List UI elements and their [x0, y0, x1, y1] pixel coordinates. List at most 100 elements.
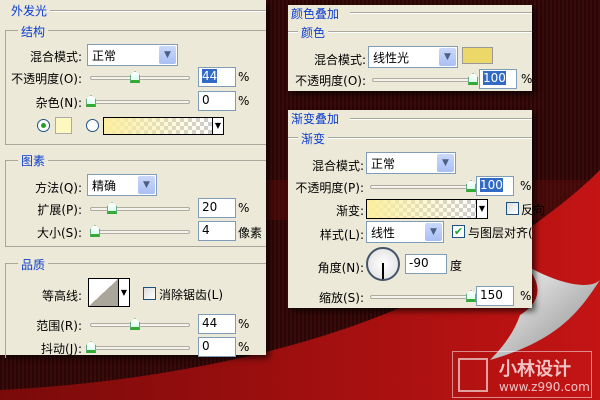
angle-value: -90	[409, 256, 429, 270]
size-input[interactable]: 4	[198, 221, 236, 241]
range-input[interactable]: 44	[198, 314, 236, 334]
slider-thumb[interactable]	[468, 73, 478, 85]
align-with-layer-checkbox[interactable]: ✔	[452, 225, 465, 238]
angle-input[interactable]: -90	[405, 254, 447, 274]
glow-color-swatch[interactable]	[55, 117, 72, 134]
gradient-group-title: 渐变	[298, 130, 329, 147]
blend-mode-label: 混合模式:	[313, 53, 366, 67]
size-label: 大小(S):	[36, 226, 82, 240]
gradient-overlay-title: 渐变叠加	[288, 110, 343, 127]
method-label: 方法(Q):	[35, 181, 82, 195]
align-with-layer-label: 与图层对齐(	[468, 226, 533, 240]
color-overlay-title: 颜色叠加	[288, 5, 343, 22]
dropdown-arrow-icon[interactable]: ▼	[476, 199, 488, 219]
chevron-down-icon: ▼	[425, 223, 442, 241]
watermark-name: 小林设计	[499, 359, 571, 380]
color-group-title: 颜色	[298, 24, 329, 41]
chevron-down-icon: ▼	[437, 154, 454, 172]
noise-slider[interactable]	[86, 95, 190, 107]
dropdown-arrow-icon[interactable]: ▼	[212, 117, 224, 135]
overlay-color-swatch[interactable]	[462, 47, 493, 64]
percent-unit: %	[238, 94, 250, 108]
opacity-input[interactable]: 100	[476, 176, 514, 196]
scale-value: 150	[480, 288, 503, 302]
percent-unit: %	[521, 72, 533, 86]
blend-mode-select[interactable]: 线性光 ▼	[368, 46, 458, 68]
outer-glow-title: 外发光	[8, 2, 51, 19]
pixel-unit: 像素	[238, 226, 263, 240]
elements-title: 图素	[18, 152, 49, 169]
solid-color-radio[interactable]	[37, 119, 50, 132]
anti-alias-label: 消除锯齿(L)	[159, 288, 224, 302]
watermark-url: www.z990.com	[499, 380, 590, 394]
dropdown-arrow-icon[interactable]: ▼	[118, 278, 130, 307]
percent-unit: %	[238, 70, 250, 84]
jitter-input[interactable]: 0	[198, 337, 236, 357]
style-label: 样式(L):	[319, 228, 364, 242]
gradient-radio[interactable]	[86, 119, 99, 132]
reverse-checkbox[interactable]	[506, 202, 519, 215]
gradient-picker[interactable]	[366, 199, 477, 219]
color-overlay-panel: 颜色叠加 颜色 混合模式: 线性光 ▼ 不透明度(O): 100 %	[288, 5, 532, 91]
size-value: 4	[202, 223, 210, 237]
degree-unit: 度	[450, 259, 463, 273]
anti-alias-checkbox[interactable]	[143, 287, 156, 300]
chevron-down-icon: ▼	[159, 46, 176, 64]
spread-input[interactable]: 20	[198, 198, 236, 218]
blend-mode-value: 线性光	[373, 51, 410, 65]
range-value: 44	[202, 316, 218, 330]
size-slider[interactable]	[90, 225, 190, 237]
opacity-label: 不透明度(O):	[295, 74, 366, 88]
blend-mode-select[interactable]: 正常 ▼	[366, 152, 456, 174]
jitter-value: 0	[202, 339, 210, 353]
angle-dial[interactable]	[366, 247, 400, 281]
opacity-slider[interactable]	[370, 180, 476, 192]
spread-value: 20	[202, 200, 218, 214]
slider-thumb[interactable]	[466, 290, 476, 302]
blend-mode-value: 正常	[92, 49, 117, 63]
structure-title: 结构	[18, 23, 49, 40]
opacity-slider[interactable]	[90, 71, 190, 83]
opacity-value: 100	[483, 71, 506, 85]
watermark-logo-icon	[458, 358, 488, 392]
opacity-slider[interactable]	[372, 73, 478, 85]
spread-slider[interactable]	[90, 202, 190, 214]
scale-label: 缩放(S):	[318, 291, 364, 305]
opacity-label: 不透明度(P):	[295, 181, 364, 195]
scale-slider[interactable]	[370, 290, 476, 302]
percent-unit: %	[520, 179, 532, 193]
noise-label: 杂色(N):	[35, 96, 82, 110]
chevron-down-icon: ▼	[439, 48, 456, 66]
reverse-label: 反向	[521, 203, 546, 217]
spread-label: 扩展(P):	[37, 203, 82, 217]
chevron-down-icon: ▼	[138, 176, 155, 194]
percent-unit: %	[238, 340, 250, 354]
opacity-value: 100	[480, 178, 503, 192]
range-slider[interactable]	[90, 318, 190, 330]
percent-unit: %	[238, 317, 250, 331]
slider-thumb[interactable]	[466, 180, 476, 192]
opacity-input[interactable]: 100	[479, 69, 517, 89]
range-label: 范围(R):	[36, 319, 82, 333]
style-select[interactable]: 线性 ▼	[366, 221, 444, 243]
blend-mode-label: 混合模式:	[29, 50, 82, 64]
watermark: 小林设计 www.z990.com	[452, 351, 592, 398]
opacity-input[interactable]: 44	[198, 67, 236, 87]
jitter-label: 抖动(J):	[41, 342, 82, 356]
glow-gradient-picker[interactable]	[103, 117, 213, 135]
blend-mode-select[interactable]: 正常 ▼	[87, 44, 178, 66]
scale-input[interactable]: 150	[476, 286, 514, 306]
quality-title: 品质	[18, 256, 49, 273]
percent-unit: %	[238, 201, 250, 215]
angle-label: 角度(N):	[317, 261, 364, 275]
percent-unit: %	[520, 289, 532, 303]
noise-input[interactable]: 0	[198, 91, 236, 111]
technique-select[interactable]: 精确 ▼	[87, 174, 157, 196]
gradient-overlay-panel: 渐变叠加 渐变 混合模式: 正常 ▼ 不透明度(P): 100 % 渐变: ▼ 反…	[288, 110, 545, 308]
blend-mode-label: 混合模式:	[311, 159, 364, 173]
gradient-label: 渐变:	[335, 204, 364, 218]
opacity-label: 不透明度(O):	[11, 72, 82, 86]
contour-picker[interactable]	[88, 278, 119, 307]
noise-value: 0	[202, 93, 210, 107]
jitter-slider[interactable]	[86, 341, 190, 353]
